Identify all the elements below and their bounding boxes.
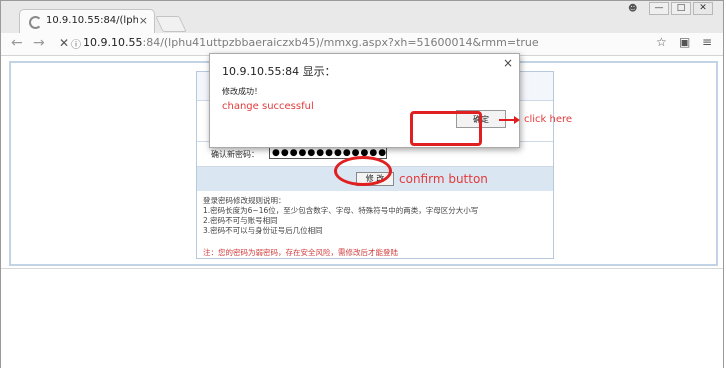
back-arrow-icon[interactable]: ← (11, 35, 23, 51)
annotation-click-here: click here (524, 114, 573, 125)
extension-icon[interactable]: ▣ (679, 35, 690, 49)
arrow-icon (499, 119, 515, 121)
rule-item: 2.密码不可与账号相同 (203, 216, 278, 225)
tab-strip: 10.9.10.55:84/(lphu41u × ☻ — □ ✕ (1, 1, 723, 34)
highlight-circle (334, 156, 392, 186)
rule-item: 3.密码不可以与身份证号后几位相同 (203, 226, 323, 235)
maximize-button[interactable]: □ (671, 2, 691, 15)
annotation-confirm-button: confirm button (399, 172, 488, 186)
account-icon[interactable]: ☻ (628, 4, 640, 14)
url-host: 10.9.10.55 (83, 36, 143, 49)
arrow-head-icon (514, 116, 520, 124)
loading-spinner-icon (29, 16, 42, 29)
url-path: :84/(lphu41uttpzbbaeraiczxb45)/mmxg.aspx… (142, 36, 539, 49)
bookmark-star-icon[interactable]: ☆ (656, 35, 667, 49)
rule-item: 1.密码长度为6~16位，至少包含数字、字母、特殊符号中的两类，字母区分大小写 (203, 206, 479, 215)
weak-password-note: 注：您的密码为弱密码，存在安全风险，需修改后才能登陆 (203, 248, 398, 257)
page-info-icon[interactable]: ⓘ (71, 36, 81, 51)
stop-loading-icon[interactable]: ✕ (59, 36, 69, 50)
rules-title: 登录密码修改规则说明： (203, 196, 286, 205)
dialog-title: 10.9.10.55:84 显示： (222, 65, 336, 78)
annotation-change-successful: change successful (222, 101, 314, 112)
minimize-button[interactable]: — (649, 2, 669, 15)
forward-arrow-icon[interactable]: → (33, 35, 45, 51)
tab-close-icon[interactable]: × (139, 14, 148, 27)
new-tab-button[interactable] (155, 16, 187, 32)
browser-menu-icon[interactable]: ≡ (702, 35, 712, 49)
address-bar[interactable]: 10.9.10.55:84/(lphu41uttpzbbaeraiczxb45)… (83, 35, 657, 51)
password-rules: 登录密码修改规则说明： 1.密码长度为6~16位，至少包含数字、字母、特殊符号中… (203, 196, 478, 236)
confirm-password-label: 确认新密码： (211, 150, 259, 159)
dialog-close-icon[interactable]: × (503, 56, 513, 70)
tab-title: 10.9.10.55:84/(lphu41u (46, 15, 138, 26)
dialog-message: 修改成功！ (222, 87, 262, 96)
page-blank-area (1, 268, 723, 368)
browser-tab[interactable]: 10.9.10.55:84/(lphu41u × (19, 9, 155, 33)
highlight-box (410, 111, 482, 146)
window-close-button[interactable]: ✕ (693, 2, 713, 15)
